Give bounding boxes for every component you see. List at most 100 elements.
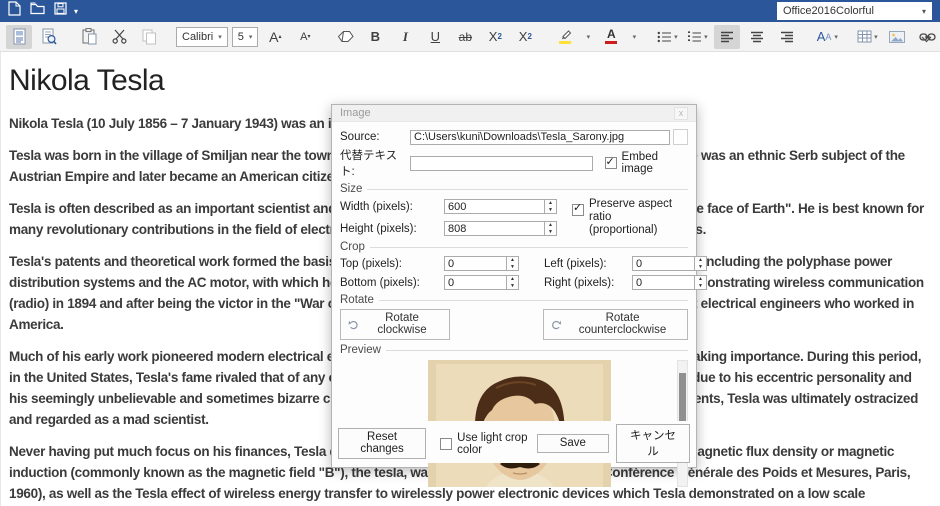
font-style-button[interactable]: AA ▾ xyxy=(814,25,840,49)
spin-down-icon[interactable]: ▼ xyxy=(695,264,706,271)
spin-down-icon[interactable]: ▼ xyxy=(545,229,556,236)
superscript-button[interactable]: X2 xyxy=(512,25,538,49)
bullet-list-icon xyxy=(657,31,672,43)
paste-icon xyxy=(82,28,97,45)
font-color-button[interactable]: A xyxy=(598,25,624,49)
font-color-caret[interactable]: ▾ xyxy=(628,25,640,49)
cut-icon xyxy=(111,29,128,44)
strikethrough-button[interactable]: ab xyxy=(452,25,478,49)
copy-button[interactable] xyxy=(136,25,162,49)
page-view-button[interactable] xyxy=(6,25,32,49)
eraser-icon xyxy=(337,30,354,43)
numbered-list-icon xyxy=(687,31,702,43)
theme-selector[interactable]: Office2016Colorful ▾ xyxy=(777,2,932,20)
shrink-font-button[interactable]: A▾ xyxy=(292,25,318,49)
align-left-button[interactable] xyxy=(714,25,740,49)
crop-bottom-input[interactable] xyxy=(444,275,506,290)
check-icon: ✓ xyxy=(573,202,582,215)
preserve-aspect-label: Preserve aspect ratio xyxy=(589,198,672,223)
toolbar-overflow-button[interactable] xyxy=(921,30,932,48)
grow-font-button[interactable]: A▴ xyxy=(262,25,288,49)
crop-right-spinner: ▲▼ xyxy=(632,275,707,290)
save-icon[interactable] xyxy=(54,2,67,20)
preserve-aspect-label2: (proportional) xyxy=(589,224,657,236)
embed-image-label: Embed image xyxy=(622,151,688,175)
paste-button[interactable] xyxy=(76,25,102,49)
formatting-toolbar: Calibri ▾ 5 ▾ A▴ A▾ B I U ab X2 X2 ▾ A ▾ xyxy=(0,22,940,52)
bullet-list-button[interactable]: ▾ xyxy=(654,25,680,49)
underline-button[interactable]: U xyxy=(422,25,448,49)
print-preview-icon xyxy=(41,28,57,45)
insert-image-button[interactable] xyxy=(884,25,910,49)
insert-table-button[interactable]: ▾ xyxy=(854,25,880,49)
subscript-button[interactable]: X2 xyxy=(482,25,508,49)
width-input[interactable] xyxy=(444,199,544,214)
font-size-combo[interactable]: 5 ▾ xyxy=(232,27,259,47)
rotate-counterclockwise-icon xyxy=(551,319,562,330)
app-titlebar: ▾ Office2016Colorful ▾ xyxy=(0,0,940,22)
align-right-button[interactable] xyxy=(774,25,800,49)
font-name-value: Calibri xyxy=(182,31,213,43)
rotate-legend: Rotate xyxy=(340,294,374,306)
align-center-button[interactable] xyxy=(744,25,770,49)
source-input[interactable] xyxy=(410,130,670,145)
crop-left-label: Left (pixels): xyxy=(536,258,632,270)
dialog-footer: Reset changes Use light crop color Save … xyxy=(338,421,690,463)
reset-changes-button[interactable]: Reset changes xyxy=(338,428,426,459)
image-dialog: Image x Source: 代替テキスト: ✓ Embed image Si… xyxy=(331,104,697,468)
save-button[interactable]: Save xyxy=(537,434,609,453)
shrink-font-mark-icon: ▾ xyxy=(308,33,311,40)
font-color-icon: A xyxy=(605,29,617,44)
height-input[interactable] xyxy=(444,221,544,236)
cut-button[interactable] xyxy=(106,25,132,49)
clear-format-button[interactable] xyxy=(332,25,358,49)
open-file-icon[interactable] xyxy=(30,2,45,20)
print-preview-button[interactable] xyxy=(36,25,62,49)
crop-top-input[interactable] xyxy=(444,256,506,271)
alt-text-input[interactable] xyxy=(410,156,593,171)
copy-icon xyxy=(142,29,157,45)
italic-button[interactable]: I xyxy=(392,25,418,49)
crop-bottom-spinner: ▲▼ xyxy=(444,275,536,290)
preview-scrollbar-thumb[interactable] xyxy=(679,373,686,428)
rotate-counterclockwise-button[interactable]: Rotate counterclockwise xyxy=(543,309,688,340)
document-heading: Nikola Tesla xyxy=(9,64,932,98)
crop-left-input[interactable] xyxy=(632,256,694,271)
rotate-clockwise-icon xyxy=(348,319,359,330)
highlight-color-caret[interactable]: ▾ xyxy=(582,25,594,49)
cancel-button[interactable]: キャンセル xyxy=(616,424,690,463)
light-crop-checkbox[interactable] xyxy=(440,438,452,450)
image-dialog-body: Source: 代替テキスト: ✓ Embed image Size Width… xyxy=(332,122,696,467)
preserve-aspect-checkbox[interactable]: ✓ xyxy=(572,204,584,216)
spin-down-icon[interactable]: ▼ xyxy=(695,283,706,290)
image-dialog-titlebar[interactable]: Image x xyxy=(332,105,696,122)
check-icon: ✓ xyxy=(606,155,615,168)
crop-legend: Crop xyxy=(340,241,365,253)
source-label: Source: xyxy=(340,131,410,143)
align-center-icon xyxy=(750,31,764,43)
alt-text-label: 代替テキスト: xyxy=(340,147,410,179)
width-spinner: ▲▼ xyxy=(444,199,560,214)
bold-button[interactable]: B xyxy=(362,25,388,49)
spin-down-icon[interactable]: ▼ xyxy=(545,207,556,214)
spin-down-icon[interactable]: ▼ xyxy=(507,264,518,271)
chevron-down-icon xyxy=(921,36,932,43)
light-crop-label: Use light crop color xyxy=(457,432,537,456)
crop-bottom-label: Bottom (pixels): xyxy=(340,277,444,289)
height-label: Height (pixels): xyxy=(340,223,444,235)
align-right-icon xyxy=(780,31,794,43)
numbered-list-button[interactable]: ▾ xyxy=(684,25,710,49)
page-view-icon xyxy=(12,28,27,45)
crop-right-label: Right (pixels): xyxy=(536,277,632,289)
quick-access-menu-caret-icon[interactable]: ▾ xyxy=(74,7,78,16)
embed-image-checkbox[interactable]: ✓ xyxy=(605,157,617,169)
new-document-icon[interactable] xyxy=(8,1,21,21)
highlight-color-button[interactable] xyxy=(552,25,578,49)
close-icon[interactable]: x xyxy=(674,107,688,120)
browse-button[interactable] xyxy=(673,129,688,145)
crop-right-input[interactable] xyxy=(632,275,694,290)
rotate-clockwise-button[interactable]: Rotate clockwise xyxy=(340,309,450,340)
font-name-combo[interactable]: Calibri ▾ xyxy=(176,27,228,47)
chevron-down-icon: ▾ xyxy=(244,33,253,41)
spin-down-icon[interactable]: ▼ xyxy=(507,283,518,290)
